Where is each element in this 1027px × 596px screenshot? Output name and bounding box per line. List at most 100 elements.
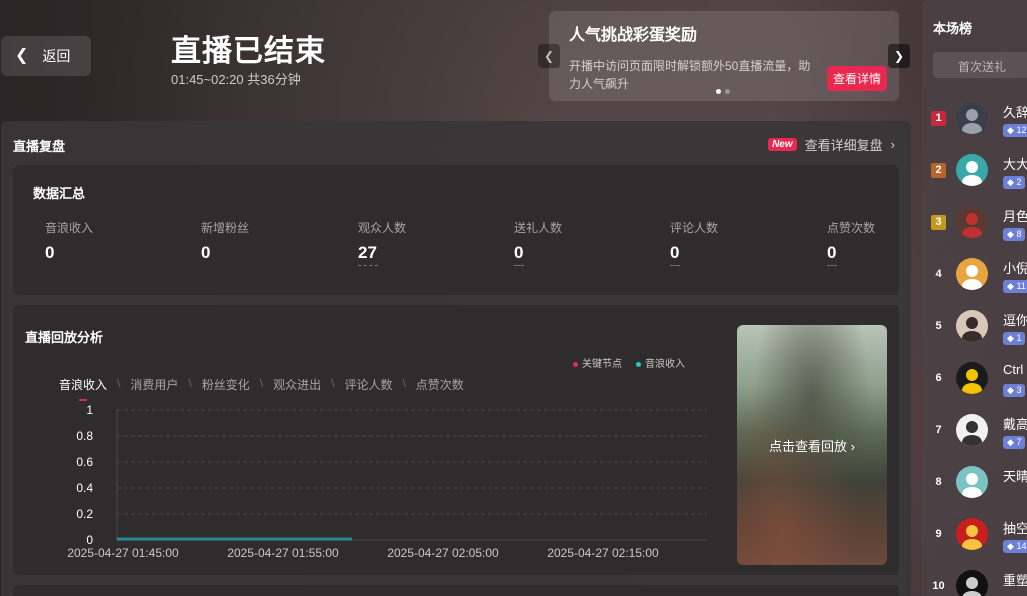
leaderboard-row[interactable]: 3 月色 ◆ 8 xyxy=(922,204,1027,254)
user-name[interactable]: 天晴 xyxy=(1003,466,1027,485)
rank-number: 6 xyxy=(935,372,942,384)
avatar[interactable] xyxy=(956,362,988,394)
leaderboard-row[interactable]: 1 久辞 ◆ 12 xyxy=(922,100,1027,150)
avatar[interactable] xyxy=(956,310,988,342)
avatar[interactable] xyxy=(956,414,988,446)
avatar-image xyxy=(962,525,982,550)
back-label: 返回 xyxy=(42,48,71,64)
rank-number: 1 xyxy=(931,111,946,126)
carousel-dots xyxy=(716,89,730,94)
leaderboard-row[interactable]: 5 逗你 ◆ 1 xyxy=(922,308,1027,358)
avatar[interactable] xyxy=(956,570,988,596)
bottom-card xyxy=(13,585,899,596)
metric-viewers[interactable]: 观众人数 27 xyxy=(358,219,498,266)
metric-underline xyxy=(670,265,680,266)
metric-underline xyxy=(827,265,837,266)
leaderboard-row[interactable]: 10 重塑 xyxy=(922,568,1027,596)
y-tick-label: 0.6 xyxy=(76,455,93,469)
avatar-image xyxy=(962,421,982,446)
rank-number: 2 xyxy=(931,163,946,178)
user-level-badge: ◆ 1 xyxy=(1003,332,1026,345)
avatar[interactable] xyxy=(956,518,988,550)
time-range: 01:45~02:20 共36分钟 xyxy=(171,72,301,87)
leaderboard-panel: 本场榜 首次送礼 1 久辞 ◆ 12 2 大大 ◆ 2 3 月色 ◆ 8 4 小倪 ◆ 11 5 逗你 ◆ … xyxy=(922,0,1027,596)
leaderboard-row[interactable]: 7 戴高 ◆ 7 xyxy=(922,412,1027,462)
metric-value: 0 xyxy=(201,243,211,262)
rank-number: 9 xyxy=(935,528,942,540)
metric-underline xyxy=(514,265,524,266)
x-tick-label: 2025-04-27 01:55:00 xyxy=(227,546,339,560)
metric-label: 音浪收入 xyxy=(45,221,94,235)
user-name[interactable]: 久辞 xyxy=(1003,102,1027,121)
leaderboard-title: 本场榜 xyxy=(933,21,973,36)
metric-label: 评论人数 xyxy=(670,221,719,235)
leaderboard-row[interactable]: 6 Ctrl ◆ 3 xyxy=(922,360,1027,410)
avatar-image xyxy=(962,109,982,134)
page-title: 直播已结束 xyxy=(171,35,326,68)
user-name[interactable]: 大大 xyxy=(1003,154,1027,173)
avatar[interactable] xyxy=(956,206,988,238)
chevron-right-icon: ❯ xyxy=(893,49,905,63)
promo-prev-button[interactable]: ❮ xyxy=(538,44,560,68)
x-tick-label: 2025-04-27 02:15:00 xyxy=(547,546,659,560)
diamond-icon: ◆ xyxy=(1007,437,1014,447)
user-name[interactable]: 戴高 xyxy=(1003,414,1027,433)
promo-description: 开播中访问页面限时解锁额外50直播流量，助力人气飙升 xyxy=(569,59,811,91)
rank-number: 4 xyxy=(935,268,942,280)
chevron-left-icon: ❮ xyxy=(543,49,555,63)
avatar[interactable] xyxy=(956,102,988,134)
metric-value: 0 xyxy=(45,243,55,262)
avatar-image xyxy=(962,577,982,596)
metric-value: 27 xyxy=(358,243,377,262)
metric-value: 0 xyxy=(670,243,680,262)
x-tick-label: 2025-04-27 01:45:00 xyxy=(67,546,179,560)
replay-analysis-card: 直播回放分析 关键节点 音浪收入 音浪收入 \ 消费用户 \ 粉丝变化 \ 观众进出 \… xyxy=(13,305,899,575)
avatar-image xyxy=(962,213,982,238)
user-name[interactable]: 逗你 xyxy=(1003,310,1027,329)
metric-commenters[interactable]: 评论人数 0 xyxy=(670,219,810,266)
data-summary-card: 数据汇总 音浪收入 0 新增粉丝 0 观众人数 27 送礼人数 0 评论人数 0… xyxy=(13,165,899,295)
back-button[interactable]: ❮ 返回 xyxy=(1,36,91,76)
metric-gifters[interactable]: 送礼人数 0 xyxy=(514,219,654,266)
avatar[interactable] xyxy=(956,258,988,290)
y-tick-label: 0.4 xyxy=(76,481,93,495)
leaderboard-row[interactable]: 2 大大 ◆ 2 xyxy=(922,152,1027,202)
detail-link-label: 查看详细复盘 xyxy=(804,138,883,153)
diamond-icon: ◆ xyxy=(1007,541,1014,551)
avatar[interactable] xyxy=(956,466,988,498)
tab-first-gift[interactable]: 首次送礼 xyxy=(933,52,1027,78)
promo-next-button[interactable]: ❯ xyxy=(888,44,910,68)
new-badge: New xyxy=(768,138,797,151)
view-replay-label: 点击查看回放 › xyxy=(769,438,855,454)
leaderboard-row[interactable]: 9 抽空 ◆ 14 xyxy=(922,516,1027,566)
user-name[interactable]: 小倪 xyxy=(1003,258,1027,277)
avatar-image xyxy=(962,317,982,342)
view-details-button[interactable]: 查看详情 xyxy=(826,66,887,91)
leaderboard-row[interactable]: 8 天晴 xyxy=(922,464,1027,514)
y-tick-label: 0.8 xyxy=(76,429,93,443)
user-name[interactable]: 月色 xyxy=(1003,206,1027,225)
avatar-image xyxy=(962,161,982,186)
avatar[interactable] xyxy=(956,154,988,186)
view-detailed-review-link[interactable]: New 查看详细复盘 › xyxy=(768,135,895,154)
review-title: 直播复盘 xyxy=(13,139,66,154)
diamond-icon: ◆ xyxy=(1007,333,1014,343)
chevron-right-icon: › xyxy=(890,137,895,152)
diamond-icon: ◆ xyxy=(1007,229,1014,239)
carousel-dot-active[interactable] xyxy=(716,89,721,94)
user-level-badge: ◆ 12 xyxy=(1003,124,1027,137)
income-chart[interactable]: 0 0.2 0.4 0.6 0.8 1 2025-04-27 01:45:00 2025-04… xyxy=(13,305,733,575)
promo-title: 人气挑战彩蛋奖励 xyxy=(569,27,698,44)
x-tick-label: 2025-04-27 02:05:00 xyxy=(387,546,499,560)
user-level-badge: ◆ 3 xyxy=(1003,384,1026,397)
user-name[interactable]: Ctrl xyxy=(1003,362,1023,377)
rank-number: 5 xyxy=(935,320,942,332)
user-name[interactable]: 抽空 xyxy=(1003,518,1027,537)
rank-number: 10 xyxy=(932,580,945,592)
leaderboard-row[interactable]: 4 小倪 ◆ 11 xyxy=(922,256,1027,306)
user-name[interactable]: 重塑 xyxy=(1003,570,1027,589)
avatar-image xyxy=(962,369,982,394)
diamond-icon: ◆ xyxy=(1007,177,1014,187)
replay-thumbnail[interactable]: 点击查看回放 › xyxy=(737,325,887,565)
carousel-dot[interactable] xyxy=(725,89,730,94)
